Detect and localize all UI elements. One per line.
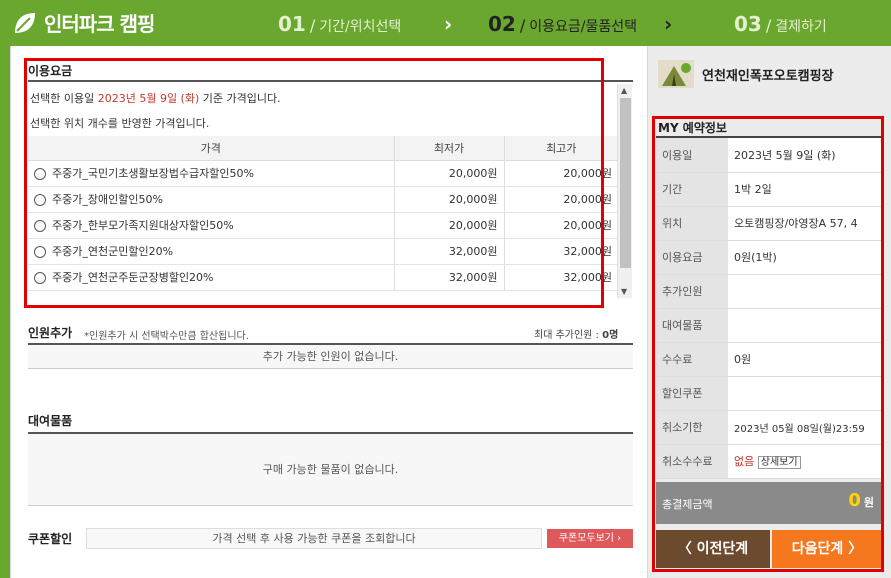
highlight-box-pricing — [24, 58, 604, 308]
leaf-logo-icon — [12, 10, 38, 36]
scroll-thumb[interactable] — [620, 98, 631, 268]
tent-icon — [658, 60, 694, 88]
rental-title: 대여물품 — [28, 414, 73, 428]
logo-text: 인터파크 캠핑 — [44, 12, 155, 36]
logo[interactable]: 인터파크 캠핑 — [12, 8, 155, 37]
extra-person-max: 최대 추가인원 : 0명 — [534, 330, 619, 341]
coupon-field: 가격 선택 후 사용 가능한 쿠폰을 조회합니다 — [86, 528, 542, 549]
top-navigation-bar: 인터파크 캠핑 01/기간/위치선택 › 02/이용요금/물품선택 › 03/결… — [0, 0, 891, 46]
extra-person-title: 인원추가 — [28, 326, 73, 340]
rental-empty: 구매 가능한 물품이 없습니다. — [28, 434, 633, 506]
coupon-title: 쿠폰할인 — [28, 532, 73, 546]
coupon-view-all-button[interactable]: 쿠폰모두보기 › — [547, 529, 633, 548]
camp-name: 연천재인폭포오토캠핑장 — [702, 68, 834, 84]
extra-person-note: *인원추가 시 선택박수만큼 합산됩니다. — [84, 331, 249, 342]
extra-person-empty: 추가 가능한 인원이 없습니다. — [28, 345, 633, 369]
step-3: 03/결제하기 — [734, 12, 827, 36]
scroll-up-icon[interactable]: ▲ — [621, 86, 627, 95]
step-1: 01/기간/위치선택 — [278, 12, 402, 36]
scroll-down-icon[interactable]: ▼ — [621, 287, 627, 296]
step-arrow-icon: › — [664, 12, 673, 36]
camp-header: 연천재인폭포오토캠핑장 — [658, 60, 834, 88]
step-arrow-icon: › — [444, 12, 453, 36]
highlight-box-reservation — [652, 116, 884, 572]
table-scrollbar[interactable]: ▲ ▼ — [617, 84, 632, 298]
left-green-border — [0, 46, 10, 578]
step-2: 02/이용요금/물품선택 — [488, 12, 637, 36]
